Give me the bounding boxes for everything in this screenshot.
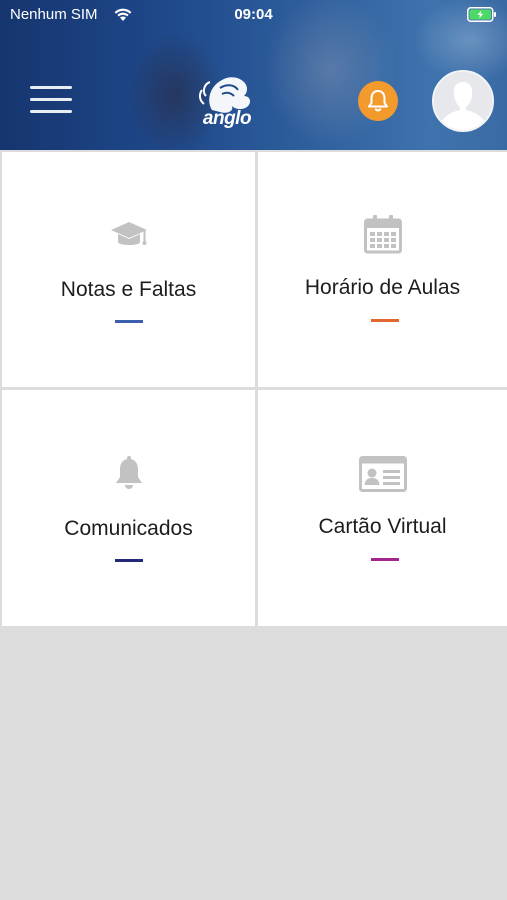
accent-bar bbox=[371, 558, 399, 561]
bell-icon bbox=[368, 90, 388, 112]
clock: 09:04 bbox=[234, 6, 273, 23]
tile-comunicados[interactable]: Comunicados bbox=[2, 390, 255, 626]
logo-text: anglo bbox=[202, 108, 252, 129]
tile-label: Notas e Faltas bbox=[60, 278, 197, 301]
id-card-icon bbox=[358, 456, 407, 492]
user-avatar[interactable] bbox=[432, 70, 494, 132]
tile-cartao-virtual[interactable]: Cartão Virtual bbox=[258, 390, 507, 626]
user-avatar-icon bbox=[434, 72, 492, 130]
graduation-cap-icon bbox=[110, 222, 147, 245]
tile-label: Horário de Aulas bbox=[304, 276, 461, 299]
accent-bar bbox=[115, 559, 143, 562]
header: Nenhum SIM 09:04 anglo bbox=[0, 0, 507, 150]
tile-horario-de-aulas[interactable]: Horário de Aulas bbox=[258, 152, 507, 387]
anglo-logo: anglo bbox=[196, 70, 258, 130]
tile-label: Cartão Virtual bbox=[318, 515, 447, 538]
hamburger-menu-icon[interactable] bbox=[30, 86, 72, 114]
tile-label: Comunicados bbox=[64, 517, 193, 540]
bell-icon bbox=[115, 456, 142, 489]
calendar-icon bbox=[363, 215, 402, 254]
tile-notas-e-faltas[interactable]: Notas e Faltas bbox=[2, 152, 255, 387]
battery-icon bbox=[467, 7, 496, 22]
accent-bar bbox=[371, 319, 399, 322]
notification-button[interactable] bbox=[358, 81, 398, 121]
status-bar: Nenhum SIM 09:04 bbox=[0, 0, 507, 30]
accent-bar bbox=[115, 320, 143, 323]
